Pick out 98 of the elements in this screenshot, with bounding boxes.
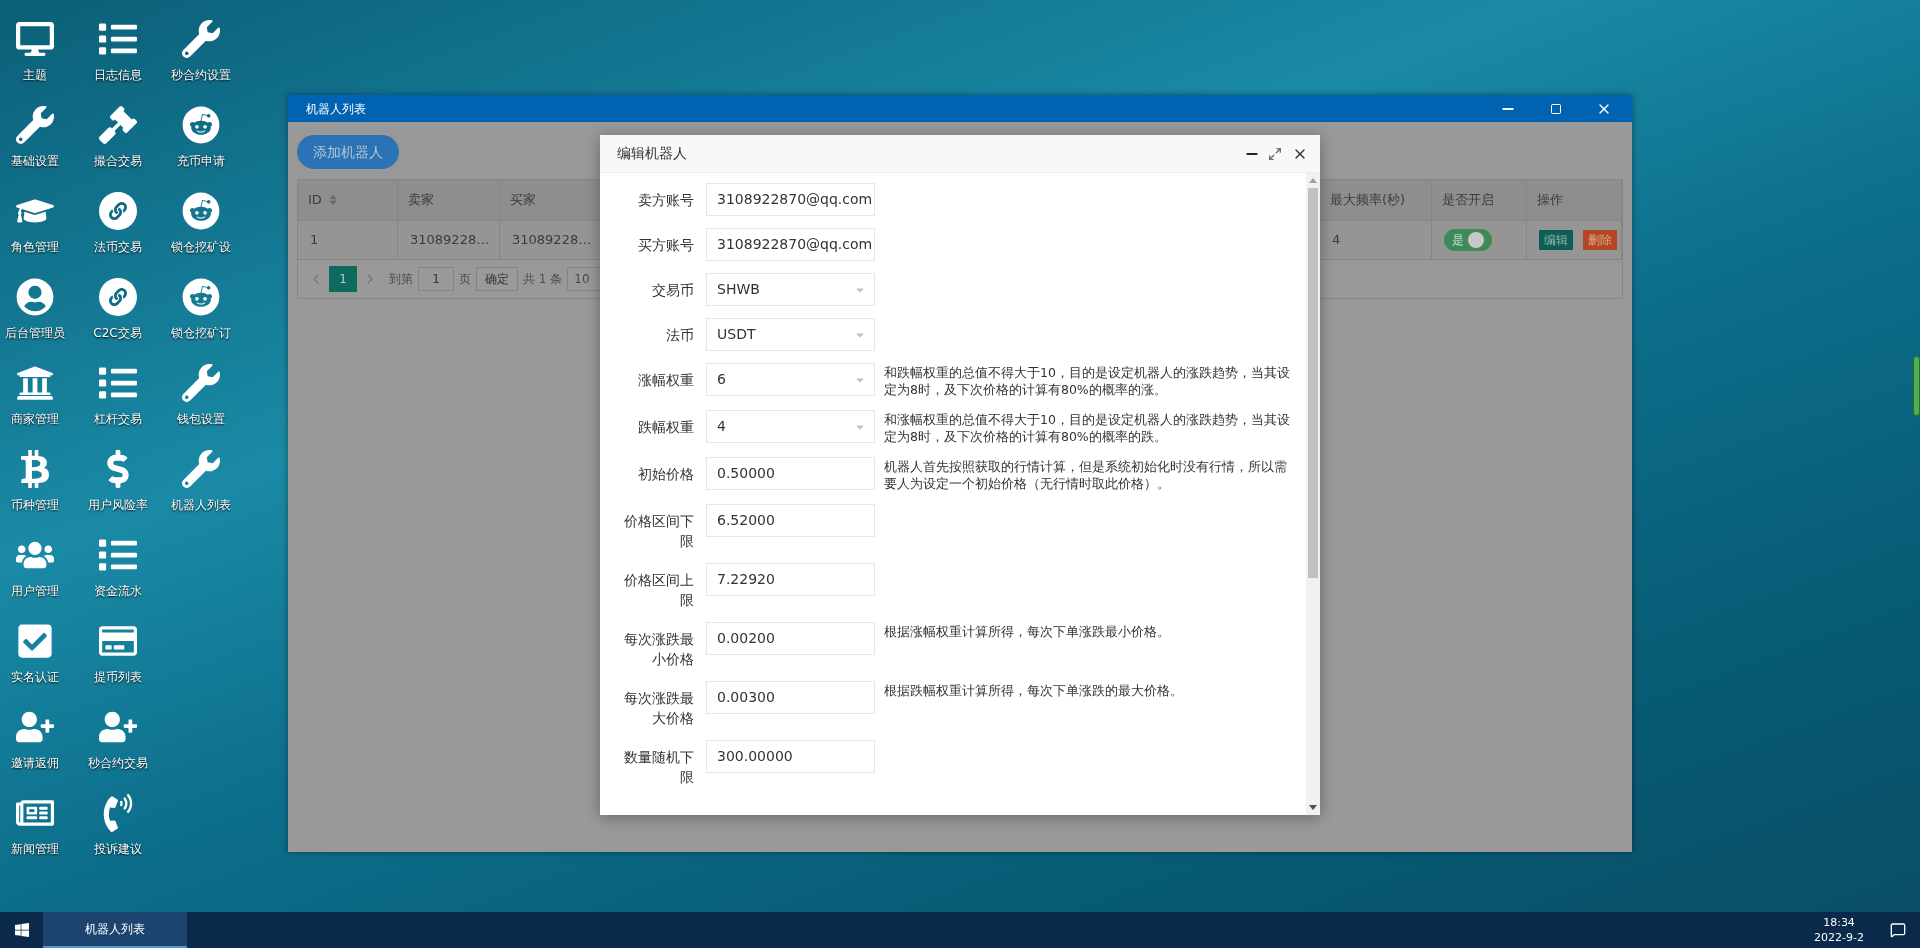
maximize-icon[interactable] [1268,146,1282,161]
input-field[interactable]: 0.00200 [706,622,875,655]
field-label: 法币 [665,326,694,345]
page-input[interactable]: 1 [418,267,454,291]
clock-date: 2022-9-2 [1814,930,1864,945]
page-unit-label: 页 [459,271,471,288]
column-header: 最大频率(秒) [1330,191,1406,210]
select-field[interactable]: 4 [706,410,875,443]
desktop-icon-label[interactable]: 后台管理员 [4,324,65,342]
field-label: 交易币 [651,281,694,300]
desktop-icon-label[interactable]: 用户管理 [10,582,59,600]
desktop-icon-label[interactable]: 秒合约设置 [170,66,231,84]
desktop-icon-label[interactable]: 基础设置 [10,152,59,170]
wrench-icon [181,20,220,58]
table-cell-text: 4 [1332,231,1341,250]
gavel-icon [98,106,137,144]
desktop-icon-label[interactable]: 锁仓挖矿订 [170,324,231,342]
delete-button[interactable]: 删除 [1583,230,1617,250]
desktop-icon-label[interactable]: 币种管理 [10,496,59,514]
desktop-icon-label[interactable]: 机器人列表 [170,496,231,514]
scrollbar[interactable] [1306,173,1320,815]
field-help-text: 根据涨幅权重计算所得，每次下单涨跌最小价格。 [884,623,1171,640]
desktop-icon-label[interactable]: 日志信息 [93,66,142,84]
field-label: 涨幅权重 [637,371,694,390]
field-label: 数量随机下限 [624,748,694,787]
input-field[interactable]: 3108922870@qq.com [706,183,875,216]
field-label: 初始价格 [637,465,694,484]
input-field[interactable]: 300.00000 [706,740,875,773]
dialog-title: 编辑机器人 [617,144,688,163]
column-header: 卖家 [408,191,434,210]
column-header: 是否开启 [1442,191,1494,210]
window-title: 机器人列表 [306,100,367,118]
maximize-icon[interactable] [1550,102,1562,115]
wrench-icon [15,106,54,144]
select-field[interactable]: SHWB [706,273,875,306]
alien-face-icon [181,106,220,144]
select-field[interactable]: 6 [706,363,875,396]
desktop-icon-label[interactable]: 充币申请 [176,152,225,170]
select-field[interactable]: USDT [706,318,875,351]
field-label: 每次涨跌最大价格 [624,689,694,728]
field-label: 每次涨跌最小价格 [624,630,694,669]
windows-logo-icon[interactable] [14,922,30,938]
desktop-icon-label[interactable]: 邀请返佣 [10,754,59,772]
desktop-icon-label[interactable]: 资金流水 [93,582,142,600]
field-help-text: 根据跌幅权重计算所得，每次下单涨跌的最大价格。 [884,682,1184,699]
toggle-switch[interactable]: 是 [1444,229,1492,251]
table-cell-text: 1 [310,231,319,250]
column-header: 买家 [510,191,536,210]
input-field[interactable]: 0.00300 [706,681,875,714]
bank-icon [15,364,54,402]
table-cell-text: 31089228… [512,231,592,250]
desktop-icon-label[interactable]: 商家管理 [10,410,59,428]
desktop-icon-label[interactable]: 提币列表 [93,668,142,686]
page-number[interactable]: 1 [329,266,357,292]
clock-time: 18:34 [1823,915,1855,930]
field-help-text: 和跌幅权重的总值不得大于10，目的是设定机器人的涨跌趋势，当其设定为8时，及下次价格的计算有80%的概率的涨。 [884,364,1291,398]
input-field[interactable]: 0.50000 [706,457,875,490]
input-field[interactable]: 3108922870@qq.com [706,228,875,261]
desktop-icon-label[interactable]: 杠杆交易 [93,410,142,428]
input-field[interactable]: 7.22920 [706,563,875,596]
alien-face-icon [181,278,220,316]
field-label: 跌幅权重 [637,418,694,437]
add-robot-button[interactable]: 添加机器人 [297,135,399,169]
field-help-text: 和涨幅权重的总值不得大于10，目的是设定机器人的涨跌趋势，当其设定为8时，及下次价格的计算有80%的概率的跌。 [884,411,1291,445]
goto-label: 到第 [389,271,413,288]
alien-face-icon [181,192,220,230]
desktop-icon-label[interactable]: 新闻管理 [10,840,59,858]
desktop-icon-label[interactable]: 角色管理 [10,238,59,256]
desktop-icon-label[interactable]: C2C交易 [93,324,142,342]
taskbar-task[interactable]: 机器人列表 [43,912,187,948]
notification-icon[interactable] [1890,922,1906,938]
monitor-icon [15,20,54,58]
total-count: 共 1 条 [523,271,563,288]
desktop-icon-label[interactable]: 秒合约交易 [87,754,148,772]
desktop-icon-label[interactable]: 锁仓挖矿设 [170,238,231,256]
input-field[interactable]: 6.52000 [706,504,875,537]
checkbox-icon [15,622,54,660]
desktop-icon-label[interactable]: 钱包设置 [176,410,225,428]
field-label: 买方账号 [637,236,694,255]
field-label: 卖方账号 [637,191,694,210]
edit-button[interactable]: 编辑 [1539,230,1573,250]
scroll-down-icon[interactable] [1309,805,1317,810]
desktop-icon-label[interactable]: 主题 [22,66,47,84]
column-header: 操作 [1537,191,1563,210]
desktop-icon-label[interactable]: 用户风险率 [87,496,148,514]
desktop-icon-label[interactable]: 实名认证 [10,668,59,686]
field-label: 价格区间下限 [624,512,694,551]
field-label: 价格区间上限 [624,571,694,610]
desktop-icon-label[interactable]: 法币交易 [93,238,142,256]
field-help-text: 机器人首先按照获取的行情计算，但是系统初始化时没有行情，所以需要人为设定一个初始价格（无行情时取此价格）。 [884,458,1288,492]
wrench-icon [181,450,220,488]
confirm-button[interactable]: 确定 [476,267,518,291]
table-cell-text: 31089228… [410,231,490,250]
wrench-icon [181,364,220,402]
scroll-handle[interactable] [1913,356,1920,416]
desktop-icon-label[interactable]: 撮合交易 [93,152,142,170]
column-header: ID [308,191,322,210]
desktop-icon-label[interactable]: 投诉建议 [93,840,142,858]
